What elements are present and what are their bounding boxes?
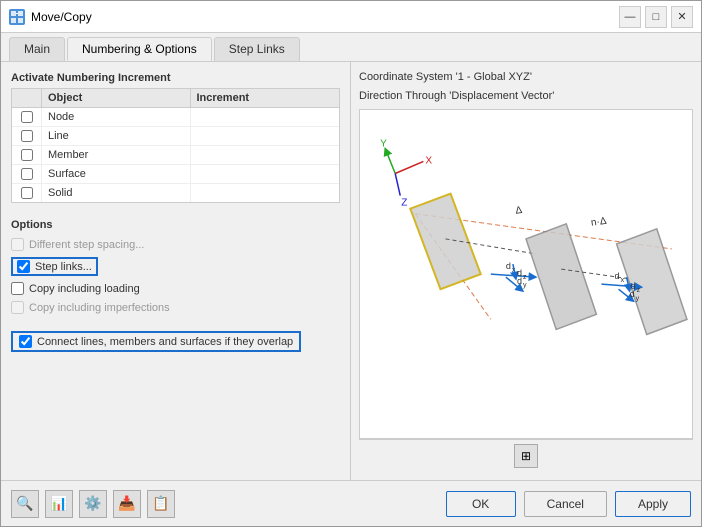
option-row-step-links: Step links...: [11, 254, 340, 279]
clipboard-icon-button[interactable]: 📋: [147, 490, 175, 518]
member-checkbox[interactable]: [21, 149, 33, 161]
download-icon-button[interactable]: 📥: [113, 490, 141, 518]
table-row: Member: [12, 146, 339, 165]
connect-checkbox[interactable]: [19, 335, 32, 348]
numbering-section: Activate Numbering Increment Object Incr…: [11, 72, 340, 203]
cancel-button[interactable]: Cancel: [524, 491, 607, 517]
content-area: Activate Numbering Increment Object Incr…: [1, 62, 701, 480]
svg-text:d: d: [631, 281, 636, 291]
row-surface-increment: [191, 171, 340, 177]
svg-text:z: z: [523, 274, 527, 281]
table-row: Solid: [12, 184, 339, 202]
title-controls: — □ ✕: [619, 6, 693, 28]
surface-checkbox[interactable]: [21, 168, 33, 180]
row-node-check-cell: [12, 108, 42, 126]
copy-imperfections-checkbox[interactable]: [11, 301, 24, 314]
footer-icons: 🔍 📊 ⚙️ 📥 📋: [11, 490, 175, 518]
svg-text:Δ: Δ: [515, 205, 523, 217]
table-header: Object Increment: [12, 89, 339, 108]
numbering-table: Object Increment Node Line: [11, 88, 340, 203]
row-node-increment: [191, 114, 340, 120]
row-surface-check-cell: [12, 165, 42, 183]
svg-text:z: z: [637, 287, 641, 294]
tab-main[interactable]: Main: [9, 37, 65, 61]
options-section-title: Options: [11, 219, 340, 231]
window-title: Move/Copy: [31, 10, 92, 24]
svg-text:Y: Y: [380, 138, 387, 149]
svg-text:n·Δ: n·Δ: [590, 215, 607, 228]
main-window: Move/Copy — □ ✕ Main Numbering & Options…: [0, 0, 702, 527]
node-checkbox[interactable]: [21, 111, 33, 123]
maximize-button[interactable]: □: [645, 6, 667, 28]
title-bar-left: Move/Copy: [9, 9, 92, 25]
row-surface-label: Surface: [42, 165, 191, 183]
footer-buttons: OK Cancel Apply: [446, 491, 691, 517]
connect-label: Connect lines, members and surfaces if t…: [37, 336, 293, 348]
search-icon-button[interactable]: 🔍: [11, 490, 39, 518]
close-button[interactable]: ✕: [671, 6, 693, 28]
row-solid-label: Solid: [42, 184, 191, 202]
table-row: Line: [12, 127, 339, 146]
coord-label-line1: Coordinate System '1 - Global XYZ': [359, 70, 693, 85]
svg-text:X: X: [425, 155, 432, 166]
table-row: Node: [12, 108, 339, 127]
copy-imperfections-label: Copy including imperfections: [29, 302, 170, 314]
footer: 🔍 📊 ⚙️ 📥 📋 OK Cancel Apply: [1, 480, 701, 526]
tab-numbering-options[interactable]: Numbering & Options: [67, 37, 212, 61]
row-member-check-cell: [12, 146, 42, 164]
step-spacing-label: Different step spacing...: [29, 239, 144, 251]
row-solid-check-cell: [12, 184, 42, 202]
chart-icon-button[interactable]: 📊: [45, 490, 73, 518]
connect-row: Connect lines, members and surfaces if t…: [11, 325, 340, 352]
step-links-box: Step links...: [11, 257, 98, 276]
col-check: [12, 89, 42, 107]
option-row-copy-imperfections: Copy including imperfections: [11, 298, 340, 317]
col-object: Object: [42, 89, 191, 107]
copy-loading-checkbox[interactable]: [11, 282, 24, 295]
diagram-svg: Y X Z Δ n·Δ: [360, 110, 692, 438]
row-solid-increment: [191, 190, 340, 196]
row-member-increment: [191, 152, 340, 158]
option-row-copy-loading: Copy including loading: [11, 279, 340, 298]
row-line-increment: [191, 133, 340, 139]
right-panel: Coordinate System '1 - Global XYZ' Direc…: [351, 62, 701, 480]
svg-text:d: d: [517, 268, 522, 278]
connect-box: Connect lines, members and surfaces if t…: [11, 331, 301, 352]
svg-text:d: d: [615, 271, 620, 281]
row-member-label: Member: [42, 146, 191, 164]
options-section: Options Different step spacing... Step l…: [11, 219, 340, 352]
step-links-label: Step links...: [35, 261, 92, 273]
solid-checkbox[interactable]: [21, 187, 33, 199]
numbering-section-title: Activate Numbering Increment: [11, 72, 340, 84]
diagram-area: Y X Z Δ n·Δ: [359, 109, 693, 439]
diagram-icon-button[interactable]: ⊞: [514, 444, 538, 468]
coord-label-line2: Direction Through 'Displacement Vector': [359, 89, 693, 104]
table-row: Surface: [12, 165, 339, 184]
diagram-icon-row: ⊞: [359, 439, 693, 472]
svg-text:x: x: [621, 277, 625, 284]
option-row-step-spacing: Different step spacing...: [11, 235, 340, 254]
gear-icon-button[interactable]: ⚙️: [79, 490, 107, 518]
minimize-button[interactable]: —: [619, 6, 641, 28]
window-icon: [9, 9, 25, 25]
tab-bar: Main Numbering & Options Step Links: [1, 33, 701, 62]
svg-text:y: y: [636, 295, 640, 302]
row-line-check-cell: [12, 127, 42, 145]
row-node-label: Node: [42, 108, 191, 126]
tab-step-links[interactable]: Step Links: [214, 37, 300, 61]
svg-text:y: y: [523, 282, 527, 289]
title-bar: Move/Copy — □ ✕: [1, 1, 701, 33]
col-increment: Increment: [191, 89, 340, 107]
ok-button[interactable]: OK: [446, 491, 516, 517]
svg-text:d: d: [506, 261, 511, 271]
row-line-label: Line: [42, 127, 191, 145]
step-spacing-checkbox[interactable]: [11, 238, 24, 251]
copy-loading-label: Copy including loading: [29, 283, 140, 295]
step-links-checkbox[interactable]: [17, 260, 30, 273]
line-checkbox[interactable]: [21, 130, 33, 142]
apply-button[interactable]: Apply: [615, 491, 691, 517]
svg-text:Z: Z: [401, 197, 407, 208]
left-panel: Activate Numbering Increment Object Incr…: [1, 62, 351, 480]
